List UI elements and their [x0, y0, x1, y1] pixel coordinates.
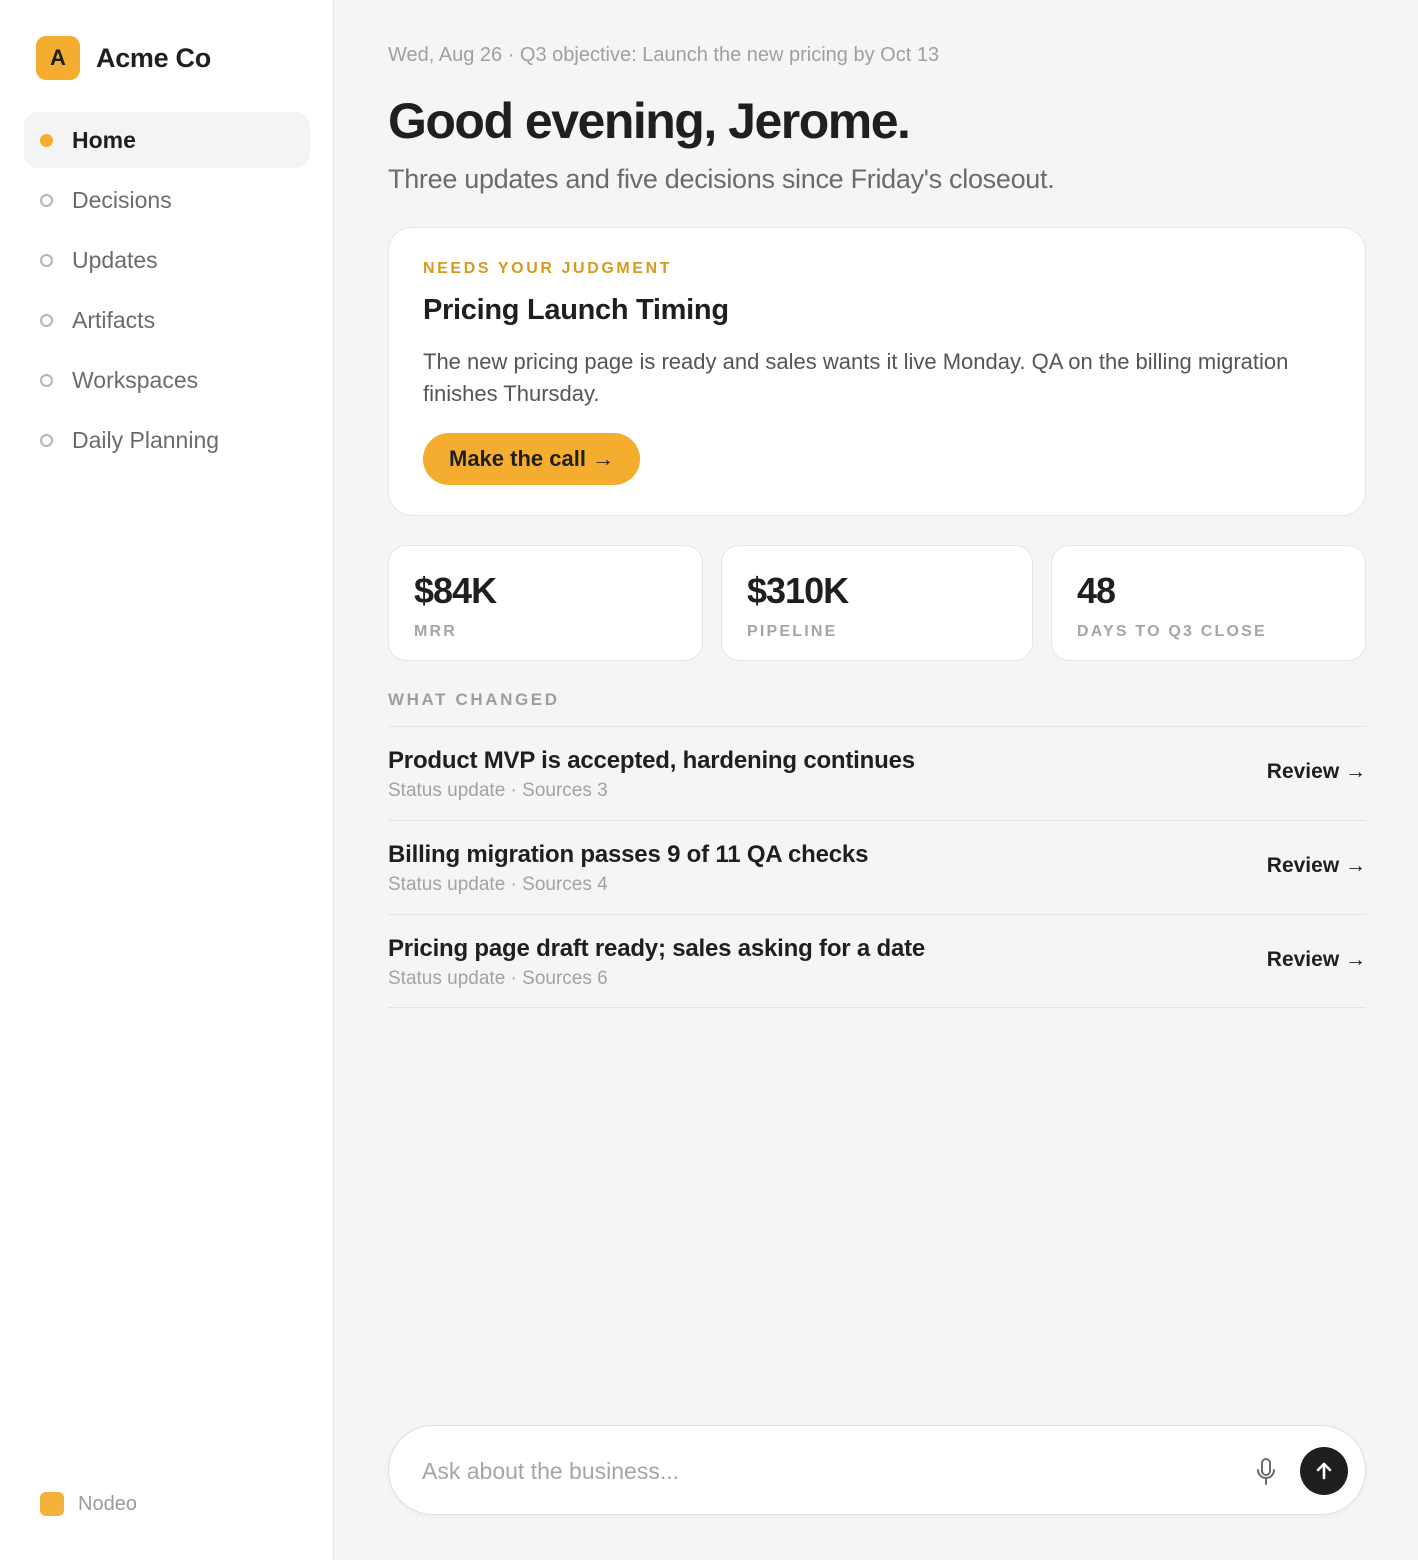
sidebar-item-daily-planning[interactable]: Daily Planning [24, 412, 310, 468]
circle-icon [40, 193, 53, 207]
review-link[interactable]: Review → [1267, 854, 1366, 878]
sidebar-item-label: Updates [72, 246, 158, 273]
page-subtitle: Three updates and five decisions since F… [388, 164, 1055, 194]
sidebar-item-updates[interactable]: Updates [24, 232, 310, 288]
arrow-up-icon [1316, 1462, 1332, 1480]
circle-icon [40, 313, 53, 327]
sidebar-item-artifacts[interactable]: Artifacts [24, 292, 310, 348]
list-item: Pricing page draft ready; sales asking f… [388, 914, 1366, 1008]
change-title: Product MVP is accepted, hardening conti… [388, 747, 915, 774]
sidebar: A Acme Co Home Decisions Updates Artifac… [0, 0, 334, 1560]
stat-card-pipeline[interactable]: $310K PIPELINE [721, 545, 1033, 661]
change-meta: Status update · Sources 4 [388, 874, 608, 895]
sidebar-item-label: Home [72, 126, 136, 153]
stat-card-mrr[interactable]: $84K MRR [388, 545, 703, 661]
stat-label: MRR [414, 623, 458, 640]
stat-card-days-to-close[interactable]: 48 DAYS TO Q3 CLOSE [1051, 545, 1366, 661]
change-title: Billing migration passes 9 of 11 QA chec… [388, 841, 869, 868]
sidebar-item-label: Workspaces [72, 366, 199, 393]
brand-name: Acme Co [96, 42, 211, 73]
make-the-call-button[interactable]: Make the call → [423, 433, 641, 485]
footer-brand-name: Nodeo [78, 1492, 137, 1515]
date-objective-line: Wed, Aug 26 · Q3 objective: Launch the n… [388, 44, 940, 66]
judgment-body: The new pricing page is ready and sales … [423, 349, 1289, 406]
brand-logo: A [36, 36, 80, 80]
send-button[interactable] [1300, 1447, 1348, 1495]
microphone-icon[interactable] [1255, 1457, 1277, 1487]
stat-value: 48 [1077, 570, 1116, 611]
stats-row: $84K MRR $310K PIPELINE 48 DAYS TO Q3 CL… [388, 545, 1366, 661]
nodeo-logo-icon [40, 1492, 64, 1516]
change-meta: Status update · Sources 6 [388, 968, 608, 989]
circle-icon [40, 433, 53, 447]
active-dot-icon [40, 133, 53, 147]
list-item: Product MVP is accepted, hardening conti… [388, 726, 1366, 820]
stat-label: DAYS TO Q3 CLOSE [1077, 623, 1267, 640]
judgment-eyebrow: NEEDS YOUR JUDGMENT [423, 260, 673, 277]
sidebar-nav: Home Decisions Updates Artifacts Workspa… [24, 112, 310, 472]
circle-icon [40, 253, 53, 267]
judgment-card: NEEDS YOUR JUDGMENT Pricing Launch Timin… [388, 227, 1366, 516]
review-link[interactable]: Review → [1267, 760, 1366, 784]
change-meta: Status update · Sources 3 [388, 780, 608, 801]
sidebar-item-label: Decisions [72, 186, 172, 213]
sidebar-item-label: Artifacts [72, 306, 156, 333]
circle-icon [40, 373, 53, 387]
stat-value: $84K [414, 570, 497, 611]
what-changed-heading: WHAT CHANGED [388, 690, 560, 709]
stat-label: PIPELINE [747, 623, 838, 640]
judgment-title: Pricing Launch Timing [423, 294, 729, 326]
stat-value: $310K [747, 570, 849, 611]
page-title: Good evening, Jerome. [388, 93, 911, 149]
ask-input[interactable] [422, 1448, 1222, 1494]
change-title: Pricing page draft ready; sales asking f… [388, 935, 926, 962]
ask-composer [388, 1425, 1366, 1515]
brand[interactable]: A Acme Co [36, 36, 211, 80]
changes-list: Product MVP is accepted, hardening conti… [388, 726, 1366, 1008]
sidebar-item-label: Daily Planning [72, 426, 220, 453]
sidebar-item-workspaces[interactable]: Workspaces [24, 352, 310, 408]
sidebar-item-home[interactable]: Home [24, 112, 310, 168]
list-item: Billing migration passes 9 of 11 QA chec… [388, 820, 1366, 914]
review-link[interactable]: Review → [1267, 948, 1366, 972]
sidebar-item-decisions[interactable]: Decisions [24, 172, 310, 228]
footer-brand[interactable]: Nodeo [40, 1492, 137, 1516]
